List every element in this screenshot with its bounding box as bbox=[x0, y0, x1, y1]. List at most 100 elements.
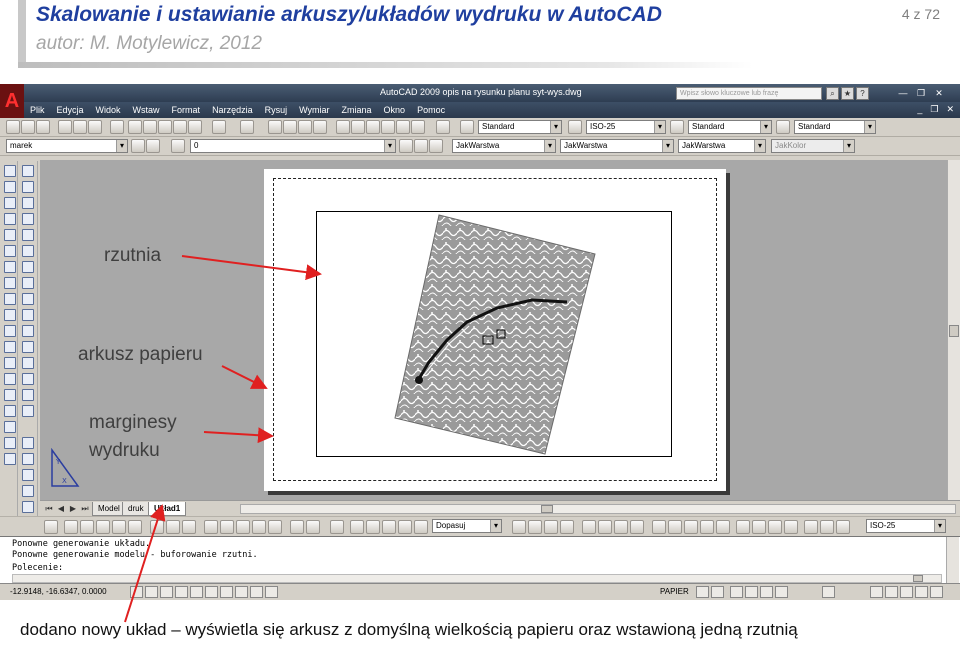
ellipse-arc-icon[interactable] bbox=[4, 325, 16, 337]
search-icon[interactable]: ⌕ bbox=[826, 87, 839, 100]
menu-tools[interactable]: Narzędzia bbox=[206, 105, 259, 115]
jogged-linear-icon[interactable] bbox=[784, 520, 798, 534]
zoom-previous-icon[interactable] bbox=[313, 120, 327, 134]
rotate-icon[interactable] bbox=[22, 261, 34, 273]
doc-restore-icon[interactable]: ❐ bbox=[930, 104, 938, 115]
angular-dim-icon[interactable] bbox=[630, 520, 644, 534]
viewport-scale-select[interactable]: Dopasuj bbox=[432, 519, 502, 533]
continue-icon[interactable] bbox=[684, 520, 698, 534]
ellipse-icon[interactable] bbox=[4, 309, 16, 321]
next-tab-arrow[interactable]: ▶ bbox=[68, 503, 78, 514]
cut-icon[interactable] bbox=[128, 120, 142, 134]
snap-parallel-icon[interactable] bbox=[220, 520, 234, 534]
move-icon[interactable] bbox=[22, 245, 34, 257]
plot-style-select[interactable]: JakKolor bbox=[771, 139, 855, 153]
table-style-icon[interactable] bbox=[670, 120, 684, 134]
insert-block-icon[interactable] bbox=[4, 341, 16, 353]
horizontal-scroll-thumb[interactable] bbox=[541, 505, 553, 513]
text-style-select[interactable]: Standard bbox=[478, 120, 562, 134]
last-tab-arrow[interactable]: ⏭ bbox=[80, 503, 90, 514]
dynamic-input-icon[interactable] bbox=[235, 586, 248, 598]
snap-mode-icon[interactable] bbox=[130, 586, 143, 598]
close-icon[interactable]: ✕ bbox=[932, 87, 946, 99]
menu-window[interactable]: Okno bbox=[378, 105, 412, 115]
arc-length-icon[interactable] bbox=[544, 520, 558, 534]
snap-apparent-icon[interactable] bbox=[112, 520, 126, 534]
ordinate-icon[interactable] bbox=[560, 520, 574, 534]
prev-tab-arrow[interactable]: ◀ bbox=[56, 503, 66, 514]
layer-select[interactable]: 0 bbox=[190, 139, 396, 153]
snap-endpoint-icon[interactable] bbox=[64, 520, 78, 534]
minimize-icon[interactable]: — bbox=[896, 87, 910, 99]
menu-help[interactable]: Pomoc bbox=[411, 105, 451, 115]
menu-format[interactable]: Format bbox=[166, 105, 207, 115]
hatch-icon[interactable] bbox=[4, 389, 16, 401]
lineweight-select[interactable]: JakWarstwa bbox=[678, 139, 766, 153]
doc-close-icon[interactable]: ✕ bbox=[946, 104, 954, 115]
text-style-icon[interactable] bbox=[460, 120, 474, 134]
magnet-icon[interactable] bbox=[330, 520, 344, 534]
showmotion-icon[interactable] bbox=[775, 586, 788, 598]
viewport-dialog-icon[interactable] bbox=[350, 520, 364, 534]
chamfer-icon[interactable] bbox=[22, 373, 34, 385]
layer-state-icon[interactable] bbox=[171, 139, 185, 153]
tab-druk[interactable]: druk bbox=[122, 502, 150, 516]
zoom-status-icon[interactable] bbox=[745, 586, 758, 598]
table-style-select[interactable]: Standard bbox=[688, 120, 772, 134]
pan-icon[interactable] bbox=[268, 120, 282, 134]
zoom-window-icon[interactable] bbox=[298, 120, 312, 134]
radius-dim-icon[interactable] bbox=[582, 520, 596, 534]
spline-icon[interactable] bbox=[4, 293, 16, 305]
copy-object-icon[interactable] bbox=[22, 181, 34, 193]
grid-mode-icon[interactable] bbox=[145, 586, 158, 598]
snap-quadrant-icon[interactable] bbox=[166, 520, 180, 534]
open-icon[interactable] bbox=[21, 120, 35, 134]
trim-icon[interactable] bbox=[22, 309, 34, 321]
quick-dim-icon[interactable] bbox=[652, 520, 666, 534]
convert-viewport-icon[interactable] bbox=[398, 520, 412, 534]
paper-sheet[interactable] bbox=[264, 169, 726, 491]
workspace-select[interactable]: marek bbox=[6, 139, 128, 153]
first-tab-arrow[interactable]: ⏮ bbox=[44, 503, 54, 514]
polygon-icon[interactable] bbox=[4, 213, 16, 225]
dimension-icon[interactable] bbox=[22, 437, 34, 449]
linear-dim-icon[interactable] bbox=[512, 520, 526, 534]
mirror-icon[interactable] bbox=[22, 197, 34, 209]
jogged-icon[interactable] bbox=[598, 520, 612, 534]
arc-icon[interactable] bbox=[4, 245, 16, 257]
scale-icon[interactable] bbox=[22, 277, 34, 289]
break-icon[interactable] bbox=[22, 341, 34, 353]
ortho-mode-icon[interactable] bbox=[160, 586, 173, 598]
multileader-style-icon[interactable] bbox=[776, 120, 790, 134]
tolerance-icon[interactable] bbox=[736, 520, 750, 534]
quick-properties-icon[interactable] bbox=[265, 586, 278, 598]
point-icon[interactable] bbox=[4, 373, 16, 385]
menu-insert[interactable]: Wstaw bbox=[127, 105, 166, 115]
menu-draw[interactable]: Rysuj bbox=[259, 105, 294, 115]
sheet-set-icon[interactable] bbox=[381, 120, 395, 134]
dim-angle-icon[interactable] bbox=[22, 485, 34, 497]
horizontal-scrollbar[interactable] bbox=[240, 504, 956, 514]
snap-node-icon[interactable] bbox=[252, 520, 266, 534]
dim-edit-icon[interactable] bbox=[804, 520, 818, 534]
dim-radius-icon[interactable] bbox=[22, 469, 34, 481]
save-icon[interactable] bbox=[36, 120, 50, 134]
layout-viewport[interactable] bbox=[316, 211, 672, 457]
inspection-icon[interactable] bbox=[768, 520, 782, 534]
revision-cloud-icon[interactable] bbox=[4, 277, 16, 289]
dim-update-icon[interactable] bbox=[836, 520, 850, 534]
layer-previous-icon[interactable] bbox=[414, 139, 428, 153]
snap-center-icon[interactable] bbox=[150, 520, 164, 534]
dim-style-select[interactable]: ISO-25 bbox=[586, 120, 666, 134]
circle-icon[interactable] bbox=[4, 261, 16, 273]
menu-modify[interactable]: Zmiana bbox=[336, 105, 378, 115]
make-block-icon[interactable] bbox=[4, 357, 16, 369]
snap-insert-icon[interactable] bbox=[236, 520, 250, 534]
lower-dim-style-select[interactable]: ISO-25 bbox=[866, 519, 946, 533]
markup-icon[interactable] bbox=[396, 120, 410, 134]
3d-dwf-icon[interactable] bbox=[110, 120, 124, 134]
dim-text-edit-icon[interactable] bbox=[820, 520, 834, 534]
layer-isolate-icon[interactable] bbox=[429, 139, 443, 153]
snap-midpoint-icon[interactable] bbox=[80, 520, 94, 534]
menu-view[interactable]: Widok bbox=[90, 105, 127, 115]
